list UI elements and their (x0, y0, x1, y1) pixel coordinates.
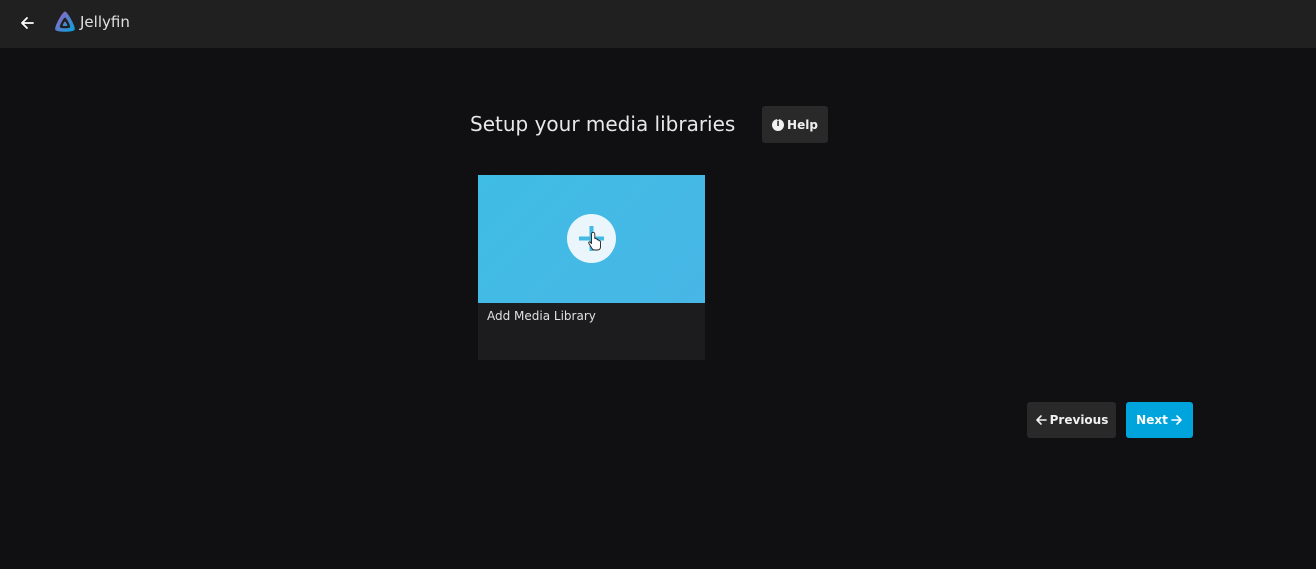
card-label: Add Media Library (487, 309, 596, 323)
jellyfin-logo-icon[interactable] (52, 10, 78, 36)
help-button[interactable]: i Help (762, 106, 828, 143)
previous-button[interactable]: Previous (1027, 402, 1116, 438)
add-button[interactable] (567, 214, 616, 263)
info-icon: i (772, 118, 785, 131)
arrow-right-icon (1171, 415, 1182, 425)
app-header: Jellyfin (0, 0, 1316, 48)
next-button-label: Next (1136, 413, 1168, 427)
add-icon (579, 226, 604, 251)
arrow-left-icon (1035, 415, 1047, 425)
back-button[interactable] (14, 10, 40, 36)
page-title: Setup your media libraries (470, 112, 736, 136)
card-image[interactable] (478, 175, 705, 303)
add-media-library-card[interactable]: Add Media Library (478, 175, 705, 360)
previous-button-label: Previous (1049, 413, 1109, 427)
help-button-label: Help (787, 117, 818, 132)
arrow-left-icon (21, 17, 34, 29)
next-button[interactable]: Next (1126, 402, 1193, 438)
app-name: Jellyfin (80, 13, 130, 31)
